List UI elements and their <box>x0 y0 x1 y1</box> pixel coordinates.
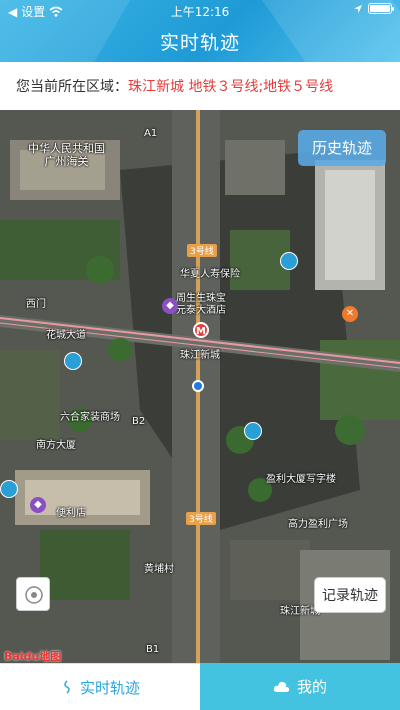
exit-label: A1 <box>144 128 158 139</box>
exit-label: B2 <box>132 416 146 427</box>
bus-stop-icon[interactable] <box>244 422 262 440</box>
battery-level <box>370 5 390 12</box>
poi-customs-label[interactable]: 中华人民共和国 广州海关 <box>28 142 105 168</box>
app-header: ◀ 设置 上午12:16 实时轨迹 <box>0 0 400 62</box>
bottom-tab-bar: 实时轨迹 我的 <box>0 663 400 710</box>
metro-line-tag: 3号线 <box>186 512 216 525</box>
region-value: 珠江新城 地铁３号线;地铁５号线 <box>128 79 334 95</box>
tab-mine-label: 我的 <box>296 678 327 696</box>
poi-gaoli-label[interactable]: 高力盈利广场 <box>288 515 348 530</box>
shopping-icon[interactable]: ◆ <box>162 298 178 314</box>
current-location-icon <box>192 380 204 392</box>
poi-store-label[interactable]: 便利店 <box>56 504 86 519</box>
location-arrow-icon <box>354 4 362 13</box>
tab-live-track[interactable]: 实时轨迹 <box>0 663 200 710</box>
battery-icon <box>368 3 394 14</box>
tab-mine[interactable]: 我的 <box>200 663 400 710</box>
bus-stop-icon[interactable] <box>64 352 82 370</box>
status-time: 上午12:16 <box>170 5 230 19</box>
poi-hotel-label[interactable]: 周生生珠宝 元泰大酒店 <box>176 293 226 317</box>
poi-station-label[interactable]: 珠江新城 <box>180 346 220 361</box>
exit-label: B1 <box>146 644 160 655</box>
status-right <box>353 3 394 14</box>
record-track-button[interactable]: 记录轨迹 <box>314 577 386 613</box>
tab-live-label: 实时轨迹 <box>79 678 140 697</box>
current-region: 您当前所在区域： 珠江新城 地铁３号线;地铁５号线 <box>0 62 400 110</box>
restaurant-icon[interactable]: ✕ <box>342 306 358 322</box>
metro-station-icon[interactable]: M <box>193 322 209 338</box>
shopping-icon[interactable]: ◆ <box>30 497 46 513</box>
road-label: 花城大道 <box>46 330 86 341</box>
poi-liuhe-label[interactable]: 六合家装商场 <box>60 408 120 423</box>
page-title: 实时轨迹 <box>159 32 240 54</box>
region-label: 您当前所在区域： <box>16 79 128 95</box>
cloud-icon <box>273 681 290 692</box>
history-track-button[interactable]: 历史轨迹 <box>298 130 386 166</box>
live-track-icon <box>64 680 70 694</box>
bus-stop-icon[interactable] <box>280 252 298 270</box>
poi-west-gate-label[interactable]: 西门 <box>26 295 46 310</box>
satellite-map[interactable]: 中华人民共和国 广州海关 珠江新城 3号线 3号线 华夏人寿保险 周生生珠宝 元… <box>0 110 400 663</box>
poi-yingli-label[interactable]: 盈利大厦写字楼 <box>266 470 336 485</box>
poi-huangpu-label[interactable]: 黄埔村 <box>144 560 174 575</box>
locate-button[interactable] <box>16 577 50 611</box>
poi-nanfang-label[interactable]: 南方大厦 <box>36 436 76 451</box>
poi-bank-label[interactable]: 华夏人寿保险 <box>180 265 240 280</box>
status-bar: ◀ 设置 上午12:16 <box>0 3 400 19</box>
bus-stop-icon[interactable] <box>0 480 18 498</box>
locate-icon <box>25 586 43 604</box>
metro-line-tag: 3号线 <box>187 244 217 257</box>
map-provider-logo: Baidu地图 <box>4 650 62 663</box>
